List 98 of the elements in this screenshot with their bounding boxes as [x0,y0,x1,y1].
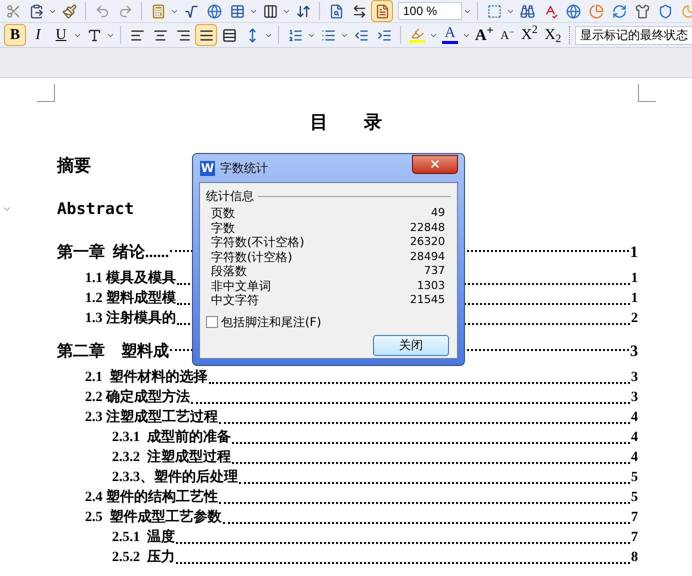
find-icon[interactable] [520,4,534,18]
calculator-icon[interactable] [150,4,166,18]
page-number: 2 [631,310,638,328]
stat-label: 段落数 [211,263,247,280]
checkbox-label[interactable]: 包括脚注和尾注(F) [221,312,322,330]
stat-label: 字符数(计空格) [211,248,292,265]
pie-icon[interactable] [588,4,604,18]
align-button[interactable] [195,24,217,46]
app-logo: W [200,160,215,176]
toc-entry[interactable]: 2.3.1 成型前的准备 [112,427,231,448]
page-number: 3 [631,389,638,407]
grow-font-button[interactable]: A$^{+}$ [472,24,496,46]
toc-entry[interactable]: 1.2 塑料成型模 [85,288,176,309]
stat-label: 页数 [211,205,235,222]
zoom-field[interactable]: 100 % [398,2,462,20]
page-number: 1 [630,243,638,263]
stat-value: 28494 [410,248,445,264]
text-effect-icon[interactable] [86,28,102,42]
toc-entry[interactable]: 2.4 塑件的结构工艺性 [85,487,218,508]
align-right-icon [176,28,190,42]
style-button[interactable]: B [4,24,26,46]
stat-value: 22848 [410,220,445,236]
toc-entry[interactable]: 2.5.1 温度 [112,527,175,548]
page-number: 1 [631,270,638,288]
page-number: 1 [631,290,638,308]
close-dialog-button[interactable]: 关闭 [373,334,449,356]
page-number: 3 [630,342,638,362]
align-center-icon [152,28,168,42]
group-label: 统计信息 [206,188,254,205]
table-icon[interactable] [230,4,244,18]
arrows-icon[interactable] [352,4,366,18]
toc-entry[interactable]: 2.5.2 压力 [112,547,175,568]
dialog-title: 字数统计 [220,160,268,177]
toc-entry[interactable]: 2.3.3、塑件的后处理 [112,467,238,488]
align-distributed-icon [222,28,236,42]
bullet-list-icon[interactable] [320,28,336,42]
checkbox[interactable] [206,316,218,328]
stat-label: 字数 [211,220,235,236]
toc-entry[interactable]: 2.3 注塑成型工艺过程 [85,407,218,428]
align-justify-icon [198,28,214,42]
toc-entry[interactable]: 2.3.2 注塑成型过程 [112,447,231,468]
page-view-button[interactable] [371,0,393,22]
globe-icon[interactable] [566,4,580,18]
style-button[interactable]: I [27,24,49,46]
font-color-button[interactable]: A [439,24,461,46]
page-number: 7 [631,509,638,527]
format-painter-icon[interactable] [62,4,76,18]
toc-entry[interactable]: 1.1 模具及模具 [85,268,176,289]
selection-icon[interactable] [486,4,502,18]
stat-label: 字符数(不计空格) [211,234,304,250]
stat-label: 中文字符 [211,292,259,310]
stat-value: 21545 [410,292,445,308]
columns-icon[interactable] [262,4,278,18]
document-title: 目 录 [310,112,382,132]
page-number: 8 [631,549,638,567]
page-number: 4 [631,449,638,467]
style-button[interactable]: U [50,24,72,46]
shrink-font-button[interactable]: A$^{−}$ [497,24,518,46]
stat-value: 1303 [417,278,445,294]
page-number: 5 [631,489,638,507]
stat-value: 26320 [410,234,445,250]
superscript-button[interactable]: X$^{2}$ [518,24,541,46]
stat-label: 非中文单词 [211,278,271,294]
page-number: 4 [631,429,638,447]
page-number: 5 [631,469,638,487]
page-number: 4 [631,409,638,427]
refresh-icon[interactable] [612,4,626,18]
toc-entry[interactable]: 2.2 确定成型方法 [85,387,190,408]
sort-icon[interactable] [296,4,310,18]
toc-entry[interactable]: 第二章 塑料成 [57,340,169,364]
shirt-icon[interactable] [634,4,650,18]
page-corner-mark [638,84,656,102]
shield-icon[interactable] [658,4,672,18]
stat-value: 49 [431,205,445,221]
indent-icon[interactable] [376,28,392,42]
toc-entry[interactable]: 2.5 塑件成型工艺参数 [85,507,222,528]
page-number: 3 [631,369,638,387]
subscript-button[interactable]: X$_{2}$ [542,24,564,46]
toc-entry[interactable]: Abstract [57,197,134,221]
toc-entry[interactable]: 2.1 塑件材料的选择 [85,367,208,388]
close-icon [429,158,441,170]
page-corner-mark [37,84,55,102]
document-icon[interactable] [328,4,344,18]
align-left-icon [130,28,144,42]
page-number: 7 [631,529,638,547]
toc-entry[interactable]: 1.3 注射模具的 [85,308,176,329]
toc-entry[interactable]: 摘要 [57,153,91,179]
formula-icon[interactable] [184,4,198,18]
close-button[interactable] [412,154,458,174]
globe-icon[interactable] [206,4,222,18]
numbered-list-icon[interactable] [288,28,302,42]
outdent-icon[interactable] [354,28,368,42]
markup-mode-field[interactable]: 显示标记的最终状态 [575,26,692,44]
cut-icon[interactable] [6,4,20,18]
paste-icon[interactable] [28,4,44,18]
stat-value: 737 [424,263,445,279]
toc-entry[interactable]: 第一章 绪论...... [57,241,169,265]
page-view-icon [374,4,390,18]
